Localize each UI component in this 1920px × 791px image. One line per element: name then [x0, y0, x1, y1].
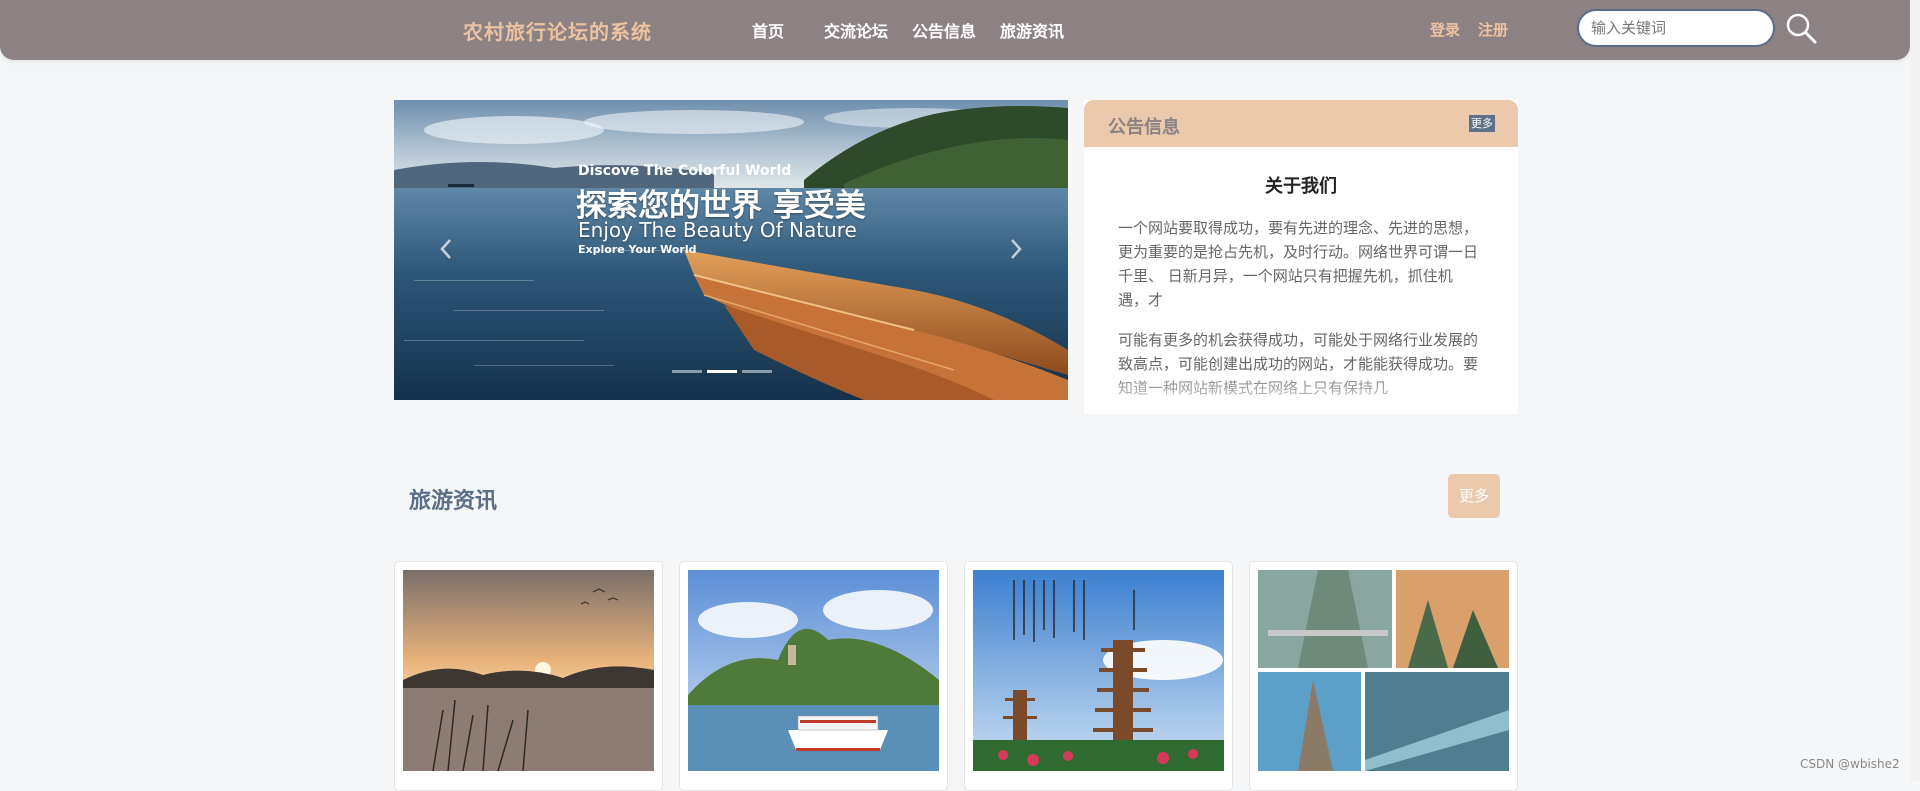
news-card[interactable] — [394, 561, 663, 791]
search-input[interactable] — [1577, 9, 1775, 47]
chevron-right-icon[interactable] — [1004, 232, 1028, 266]
travel-news-more-button[interactable]: 更多 — [1448, 474, 1500, 518]
notice-more-button[interactable]: 更多 — [1469, 115, 1495, 132]
lake-boats-image — [394, 100, 1068, 400]
nav-item-notice[interactable]: 公告信息 — [912, 18, 976, 42]
hero-carousel[interactable]: Discove The Colorful World 探索您的世界 享受美 En… — [394, 100, 1068, 400]
notice-panel: 公告信息 更多 关于我们 一个网站要取得成功，要有先进的理念、先进的思想，更为重… — [1084, 100, 1518, 414]
search-icon[interactable] — [1784, 11, 1818, 45]
notice-panel-header: 公告信息 更多 — [1084, 100, 1518, 147]
register-link[interactable]: 注册 — [1478, 19, 1508, 40]
news-card[interactable] — [964, 561, 1233, 791]
watermark: CSDN @wbishe2 — [1800, 757, 1900, 771]
chevron-left-icon[interactable] — [434, 232, 458, 266]
text-fade-overlay — [1084, 370, 1518, 414]
sunset-lake-image — [403, 570, 654, 771]
banner-subheadline: Enjoy The Beauty Of Nature — [578, 218, 857, 242]
carousel-dot-2[interactable] — [707, 370, 737, 373]
pagoda-image — [973, 570, 1224, 771]
carousel-dot-3[interactable] — [742, 370, 772, 373]
notice-panel-title: 公告信息 — [1108, 117, 1180, 138]
page-scrollbar[interactable] — [1910, 0, 1920, 781]
about-paragraph-1: 一个网站要取得成功，要有先进的理念、先进的思想，更为重要的是抢占先机，及时行动。… — [1118, 219, 1479, 309]
cliff-walkway-image — [1258, 570, 1509, 771]
travel-news-title: 旅游资讯 — [409, 489, 498, 514]
ferry-island-image — [688, 570, 939, 771]
carousel-dot-1[interactable] — [672, 370, 702, 373]
about-us-title: 关于我们 — [1265, 176, 1337, 197]
banner-caption-small: Discove The Colorful World — [578, 163, 792, 179]
banner-caption-tiny: Explore Your World — [578, 243, 697, 256]
login-link[interactable]: 登录 — [1430, 19, 1460, 40]
top-header: 农村旅行论坛的系统 首页 交流论坛 公告信息 旅游资讯 登录 注册 — [0, 0, 1910, 60]
news-card[interactable] — [1249, 561, 1518, 791]
site-title[interactable]: 农村旅行论坛的系统 — [463, 16, 652, 45]
nav-item-home[interactable]: 首页 — [752, 18, 784, 42]
nav-item-forum[interactable]: 交流论坛 — [824, 18, 888, 42]
nav-item-travel-news[interactable]: 旅游资讯 — [1000, 18, 1064, 42]
news-card[interactable] — [679, 561, 948, 791]
